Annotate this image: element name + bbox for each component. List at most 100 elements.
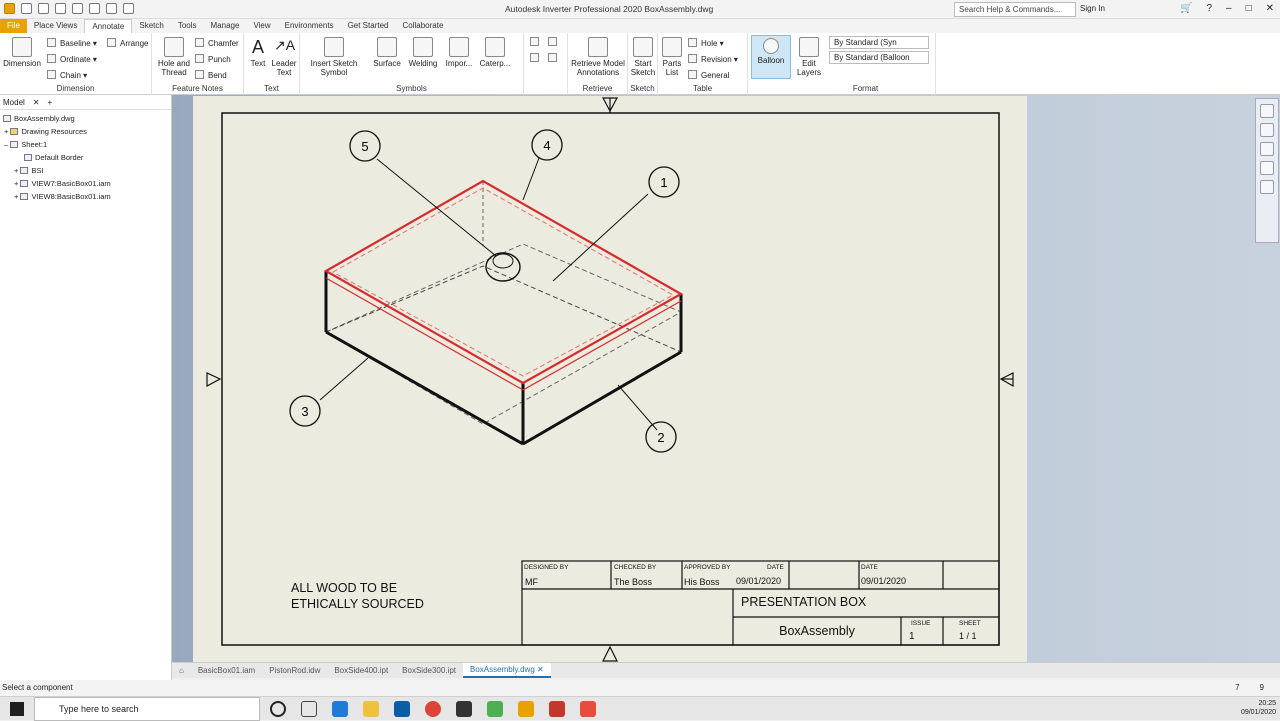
redo-icon[interactable] bbox=[89, 3, 100, 14]
open-icon[interactable] bbox=[38, 3, 49, 14]
home-tab-icon[interactable]: ⌂ bbox=[172, 666, 191, 675]
tab-tools[interactable]: Tools bbox=[171, 19, 204, 33]
zoom-all-icon[interactable] bbox=[1260, 180, 1274, 194]
leader-text-button[interactable]: ↗A Leader Text bbox=[270, 37, 298, 77]
sign-in-button[interactable]: Sign In bbox=[1080, 4, 1105, 13]
tab-manage[interactable]: Manage bbox=[204, 19, 247, 33]
cross-tool-icon[interactable] bbox=[530, 53, 543, 63]
import-button[interactable]: Impor... bbox=[442, 37, 476, 68]
tab-collaborate[interactable]: Collaborate bbox=[395, 19, 450, 33]
general-table-button[interactable]: General bbox=[688, 70, 729, 80]
camtasia-icon[interactable] bbox=[487, 701, 503, 717]
windows-start-icon[interactable] bbox=[10, 702, 24, 716]
target-tool-icon[interactable] bbox=[548, 53, 561, 63]
zoom-icon[interactable] bbox=[1260, 142, 1274, 156]
chrome-icon[interactable] bbox=[425, 701, 441, 717]
recorder-icon[interactable] bbox=[580, 701, 596, 717]
tab-annotate[interactable]: Annotate bbox=[84, 19, 133, 33]
print-icon[interactable] bbox=[123, 3, 134, 14]
parts-list-button[interactable]: Parts List bbox=[660, 37, 684, 77]
new-icon[interactable] bbox=[21, 3, 32, 14]
line-tool-icon[interactable] bbox=[530, 37, 543, 47]
system-tray[interactable]: 20:25 09/01/2020 bbox=[1241, 699, 1276, 717]
balloon-1[interactable]: 1 bbox=[648, 166, 680, 198]
retrieve-model-annotations-button[interactable]: Retrieve Model Annotations bbox=[570, 37, 626, 77]
hole-thread-button[interactable]: Hole and Thread bbox=[154, 37, 194, 77]
tab-sketch[interactable]: Sketch bbox=[132, 19, 170, 33]
close-tab-icon[interactable]: ✕ bbox=[537, 665, 544, 674]
balloon-2[interactable]: 2 bbox=[645, 421, 677, 453]
drawing-sheet[interactable]: 1 2 3 4 5 ALL WOOD TO BE ETHICALLY SOURC… bbox=[193, 96, 1027, 662]
surface-button[interactable]: Surface bbox=[370, 37, 404, 68]
mail-icon[interactable] bbox=[456, 701, 472, 717]
browser-tab-model[interactable]: Model bbox=[3, 98, 25, 107]
taskbar-search-input[interactable]: Type here to search bbox=[34, 697, 260, 721]
tree-item-view8[interactable]: + VIEW8:BasicBox01.iam bbox=[14, 192, 111, 201]
cortana-icon[interactable] bbox=[270, 701, 286, 717]
arrange-button[interactable]: Arrange bbox=[107, 38, 148, 48]
general-note-line1[interactable]: ALL WOOD TO BE bbox=[291, 581, 397, 595]
close-browser-icon[interactable]: ✕ bbox=[33, 98, 40, 107]
chain-button[interactable]: Chain ▾ bbox=[47, 70, 87, 80]
tree-item-root[interactable]: BoxAssembly.dwg bbox=[3, 114, 75, 123]
dimension-button[interactable]: Dimension bbox=[2, 37, 42, 68]
general-note-line2[interactable]: ETHICALLY SOURCED bbox=[291, 597, 424, 611]
bend-button[interactable]: Bend bbox=[195, 70, 227, 80]
box-assembly-view[interactable] bbox=[323, 179, 684, 446]
minimize-icon[interactable]: – bbox=[1226, 3, 1232, 14]
baseline-button[interactable]: Baseline ▾ bbox=[47, 38, 97, 48]
maximize-icon[interactable]: □ bbox=[1246, 3, 1252, 14]
tree-item-view7[interactable]: + VIEW7:BasicBox01.iam bbox=[14, 179, 111, 188]
punch-button[interactable]: Punch bbox=[195, 54, 231, 64]
help-icon[interactable]: ? bbox=[1206, 3, 1212, 14]
style-dropdown[interactable]: By Standard (Syn bbox=[829, 36, 929, 49]
close-icon[interactable]: ✕ bbox=[1266, 3, 1274, 14]
tree-item-sheet[interactable]: – Sheet:1 bbox=[4, 140, 47, 149]
help-search-input[interactable]: Search Help & Commands... bbox=[954, 2, 1076, 17]
tab-environments[interactable]: Environments bbox=[278, 19, 341, 33]
doc-tab-boxside300[interactable]: BoxSide300.ipt bbox=[395, 666, 463, 675]
undo-icon[interactable] bbox=[72, 3, 83, 14]
store-icon[interactable] bbox=[394, 701, 410, 717]
cart-icon[interactable]: 🛒 bbox=[1180, 3, 1192, 14]
zoom-window-icon[interactable] bbox=[1260, 161, 1274, 175]
chamfer-button[interactable]: Chamfer bbox=[195, 38, 239, 48]
text-button[interactable]: A Text bbox=[246, 37, 270, 68]
tab-place-views[interactable]: Place Views bbox=[27, 19, 84, 33]
edit-layers-button[interactable]: Edit Layers bbox=[796, 37, 822, 77]
welding-button[interactable]: Welding bbox=[406, 37, 440, 68]
tree-item-default-border[interactable]: Default Border bbox=[24, 153, 83, 162]
start-sketch-button[interactable]: Start Sketch bbox=[630, 37, 656, 77]
hatch-tool-icon[interactable] bbox=[548, 37, 561, 47]
home-icon[interactable] bbox=[106, 3, 117, 14]
tab-file[interactable]: File bbox=[0, 19, 27, 33]
ordinate-button[interactable]: Ordinate ▾ bbox=[47, 54, 97, 64]
hole-table-button[interactable]: Hole ▾ bbox=[688, 38, 724, 48]
pan-icon[interactable] bbox=[1260, 123, 1274, 137]
steering-wheel-icon[interactable] bbox=[1260, 104, 1274, 118]
balloon-5[interactable]: 5 bbox=[349, 130, 381, 162]
revision-table-button[interactable]: Revision ▾ bbox=[688, 54, 738, 64]
inventor-logo-icon[interactable] bbox=[4, 3, 15, 14]
doc-tab-boxassembly[interactable]: BoxAssembly.dwg ✕ bbox=[463, 663, 551, 678]
balloon-4[interactable]: 4 bbox=[531, 129, 563, 161]
inventor-taskbar-icon[interactable] bbox=[518, 701, 534, 717]
doc-tab-basicbox01[interactable]: BasicBox01.iam bbox=[191, 666, 262, 675]
insert-sketch-symbol-button[interactable]: Insert Sketch Symbol bbox=[304, 37, 364, 77]
doc-tab-pistonrod[interactable]: PistonRod.idw bbox=[262, 666, 327, 675]
balloon-3[interactable]: 3 bbox=[289, 395, 321, 427]
add-browser-icon[interactable]: + bbox=[48, 98, 53, 107]
balloon-button[interactable]: Balloon bbox=[751, 35, 791, 79]
tree-item-bsi[interactable]: + BSI bbox=[14, 166, 44, 175]
balloon-style-dropdown[interactable]: By Standard (Balloon bbox=[829, 51, 929, 64]
tab-view[interactable]: View bbox=[246, 19, 277, 33]
tab-get-started[interactable]: Get Started bbox=[341, 19, 396, 33]
edge-icon[interactable] bbox=[332, 701, 348, 717]
file-explorer-icon[interactable] bbox=[363, 701, 379, 717]
doc-tab-boxside400[interactable]: BoxSide400.ipt bbox=[327, 666, 395, 675]
acrobat-icon[interactable] bbox=[549, 701, 565, 717]
caterpillar-button[interactable]: Caterp... bbox=[478, 37, 512, 68]
task-view-icon[interactable] bbox=[301, 701, 317, 717]
save-icon[interactable] bbox=[55, 3, 66, 14]
tree-item-drawing-resources[interactable]: + Drawing Resources bbox=[4, 127, 87, 136]
